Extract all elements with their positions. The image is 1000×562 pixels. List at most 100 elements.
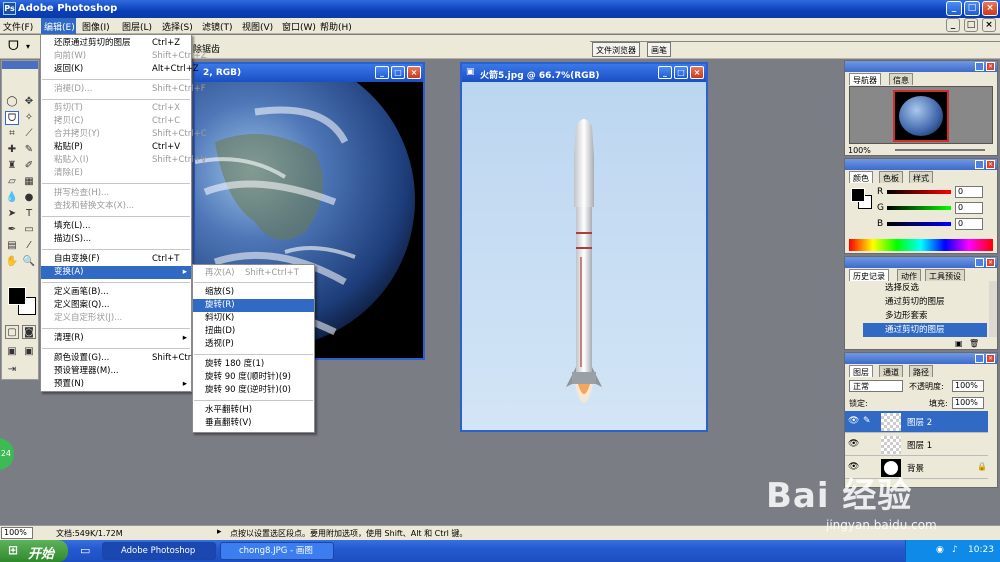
navigator-zoom-slider[interactable] — [895, 149, 985, 151]
tab-info[interactable]: 信息 — [889, 73, 913, 85]
rocket-maximize-button[interactable]: □ — [674, 66, 688, 79]
visibility-eye-icon[interactable]: 👁 — [848, 439, 859, 449]
menu-item-distort[interactable]: 扭曲(D) — [193, 325, 314, 338]
menu-item-cut[interactable]: 剪切(T) Ctrl+X — [41, 102, 191, 115]
blur-tool-icon[interactable]: 💧 — [5, 191, 19, 205]
rocket-close-button[interactable]: × — [690, 66, 704, 79]
menu-item-define-custom-shape[interactable]: 定义自定形状(J)... — [41, 312, 191, 325]
menu-item-rotate[interactable]: 旋转(R) — [193, 299, 314, 312]
menu-item-free-transform[interactable]: 自由变换(F) Ctrl+T — [41, 253, 191, 266]
gradient-tool-icon[interactable]: ▦ — [22, 175, 36, 189]
tab-brushes[interactable]: 画笔 — [647, 42, 671, 57]
panel-minimize-button[interactable] — [975, 258, 984, 267]
menu-item-transform[interactable]: 变换(A) ▸ — [41, 266, 191, 279]
layer-name[interactable]: 图层 2 — [907, 416, 932, 428]
tab-tool-presets[interactable]: 工具预设 — [925, 269, 965, 281]
menu-file[interactable]: 文件(F) — [3, 20, 33, 33]
tool-preset-dropdown-icon[interactable]: ▾ — [26, 42, 30, 51]
type-tool-icon[interactable]: T — [22, 207, 36, 221]
history-brush-icon[interactable]: ✐ — [22, 159, 36, 173]
blue-slider[interactable] — [887, 222, 951, 226]
earth-close-button[interactable]: × — [407, 66, 421, 79]
menu-item-define-brush[interactable]: 定义画笔(B)... — [41, 286, 191, 299]
visibility-eye-icon[interactable]: 👁 — [848, 416, 859, 426]
tab-navigator[interactable]: 导航器 — [849, 73, 881, 85]
play-arrow-icon[interactable]: ▸ — [217, 527, 222, 537]
menu-item-rotate-180[interactable]: 旋转 180 度(1) — [193, 358, 314, 371]
foreground-color-swatch[interactable] — [8, 287, 26, 305]
move-tool-icon[interactable]: ✥ — [22, 95, 36, 109]
menu-item-copy[interactable]: 拷贝(C) Ctrl+C — [41, 115, 191, 128]
menu-item-skew[interactable]: 斜切(K) — [193, 312, 314, 325]
navigator-view-box[interactable] — [893, 90, 949, 142]
trash-icon[interactable]: 🗑 — [969, 339, 979, 348]
menu-image[interactable]: 图像(I) — [82, 20, 110, 33]
blue-value-input[interactable]: 0 — [955, 218, 983, 230]
new-snapshot-icon[interactable]: ▣ — [955, 339, 963, 348]
color-spectrum-bar[interactable] — [849, 239, 993, 251]
green-slider[interactable] — [887, 206, 951, 210]
fill-input[interactable]: 100% — [952, 397, 984, 409]
opacity-input[interactable]: 100% — [952, 380, 984, 392]
screen-mode-2-icon[interactable]: ▣ — [22, 345, 36, 359]
layer-name[interactable]: 图层 1 — [907, 439, 932, 451]
menu-item-undo[interactable]: 还原通过剪切的图层 Ctrl+Z — [41, 37, 191, 50]
dodge-tool-icon[interactable]: ● — [22, 191, 36, 205]
quick-launch-icon[interactable]: ▭ — [80, 544, 90, 557]
tab-layers[interactable]: 图层 — [849, 365, 873, 377]
menu-item-paste[interactable]: 粘贴(P) Ctrl+V — [41, 141, 191, 154]
menu-item-rotate-90-ccw[interactable]: 旋转 90 度(逆时针)(0) — [193, 384, 314, 397]
panel-titlebar[interactable]: × — [845, 353, 997, 364]
history-item[interactable]: 通过剪切的图层 — [863, 323, 987, 337]
tab-color[interactable]: 颜色 — [849, 171, 873, 183]
panel-minimize-button[interactable] — [975, 160, 984, 169]
tab-channels[interactable]: 通道 — [879, 365, 903, 377]
menu-item-again[interactable]: 再次(A) Shift+Ctrl+T — [193, 267, 314, 280]
menu-item-purge[interactable]: 清理(R) ▸ — [41, 332, 191, 345]
menu-item-preset-manager[interactable]: 预设管理器(M)... — [41, 365, 191, 378]
lasso-tool-icon[interactable]: ᗜ — [5, 111, 19, 125]
network-icon[interactable]: ◉ — [936, 545, 944, 555]
navigator-preview[interactable] — [849, 86, 993, 144]
menu-item-rotate-90-cw[interactable]: 旋转 90 度(顺时针)(9) — [193, 371, 314, 384]
panel-close-button[interactable]: × — [986, 160, 995, 169]
red-value-input[interactable]: 0 — [955, 186, 983, 198]
tab-history[interactable]: 历史记录 — [849, 269, 889, 281]
close-button[interactable]: × — [982, 1, 998, 16]
panel-close-button[interactable]: × — [986, 62, 995, 71]
menu-item-color-settings[interactable]: 颜色设置(G)... Shift+Ctrl+K — [41, 352, 206, 365]
menu-select[interactable]: 选择(S) — [162, 20, 193, 33]
blend-mode-select[interactable]: 正常 — [849, 380, 903, 392]
menu-item-copy-merged[interactable]: 合并拷贝(Y) Shift+Ctrl+C — [41, 128, 207, 141]
history-item[interactable]: 选择反选 — [863, 281, 987, 295]
red-slider[interactable] — [887, 190, 951, 194]
magic-wand-icon[interactable]: ✧ — [22, 111, 36, 125]
doc-close-button[interactable]: × — [982, 18, 996, 32]
panel-titlebar[interactable]: × — [845, 61, 997, 72]
jump-to-imageready-icon[interactable]: ⇥ — [5, 363, 19, 377]
zoom-tool-icon[interactable]: 🔍 — [22, 255, 36, 269]
panel-minimize-button[interactable] — [975, 62, 984, 71]
menu-item-fade[interactable]: 消褪(D)... Shift+Ctrl+F — [41, 83, 206, 96]
hand-tool-icon[interactable]: ✋ — [5, 255, 19, 269]
green-value-input[interactable]: 0 — [955, 202, 983, 214]
menu-item-scale[interactable]: 缩放(S) — [193, 286, 314, 299]
menu-item-perspective[interactable]: 透视(P) — [193, 338, 314, 351]
layer-row[interactable]: 👁 ✎ 图层 2 — [845, 411, 988, 433]
shape-tool-icon[interactable]: ▭ — [22, 223, 36, 237]
tab-styles[interactable]: 样式 — [909, 171, 933, 183]
menu-edit[interactable]: 编辑(E) — [41, 18, 76, 34]
menu-view[interactable]: 视图(V) — [242, 20, 273, 33]
tab-actions[interactable]: 动作 — [897, 269, 921, 281]
menu-item-paste-into[interactable]: 粘贴入(I) Shift+Ctrl+V — [41, 154, 207, 167]
doc-minimize-button[interactable]: _ — [946, 18, 960, 32]
eraser-tool-icon[interactable]: ▱ — [5, 175, 19, 189]
menu-item-find-replace[interactable]: 查找和替换文本(X)... — [41, 200, 191, 213]
earth-minimize-button[interactable]: _ — [375, 66, 389, 79]
brush-link-icon[interactable]: ✎ — [863, 416, 871, 426]
history-item[interactable]: 多边形套索 — [863, 309, 987, 323]
menu-item-preferences[interactable]: 预置(N) ▸ — [41, 378, 191, 391]
minimize-button[interactable]: _ — [946, 1, 962, 16]
slice-tool-icon[interactable]: ⟋ — [22, 127, 36, 141]
layer-row[interactable]: 👁 图层 1 — [845, 434, 988, 456]
